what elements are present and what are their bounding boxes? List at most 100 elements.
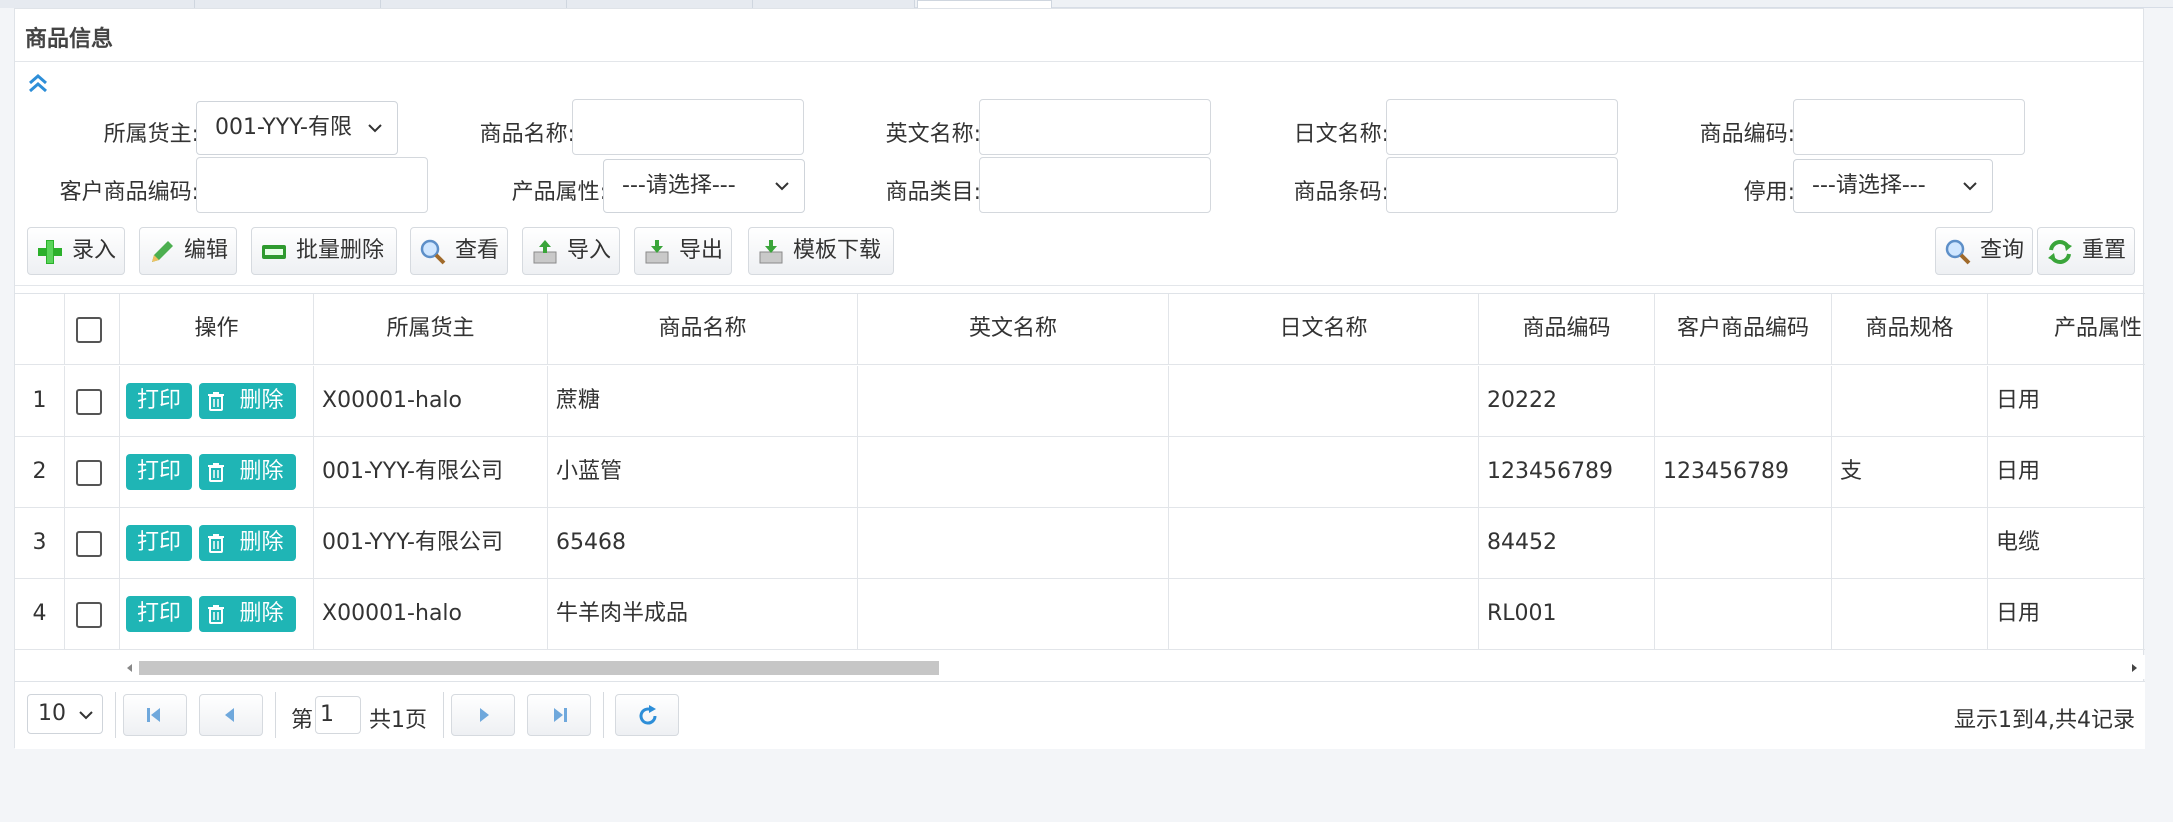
print-button[interactable]: 打印 [126, 383, 192, 419]
customer-code-input[interactable] [196, 157, 428, 213]
delete-button[interactable]: 删除 [199, 525, 296, 561]
trash-icon [208, 463, 224, 482]
delete-button[interactable]: 删除 [199, 454, 296, 490]
cell-customer-code [1655, 579, 1832, 650]
disabled-select[interactable]: ---请选择--- [1793, 159, 1993, 213]
category-label: 商品类目: [885, 180, 981, 205]
tab-2[interactable] [195, 0, 381, 8]
delete-button[interactable]: 删除 [199, 383, 296, 419]
print-button[interactable]: 打印 [126, 525, 192, 561]
pagination-bar: 10 第 1 共1页 显示1到4,共4记录 [15, 681, 2145, 749]
prev-page-icon [225, 708, 234, 722]
english-name-input[interactable] [979, 99, 1211, 155]
refresh-page-button[interactable] [615, 694, 679, 736]
cell-english-name [858, 579, 1169, 650]
scroll-left-arrow-icon[interactable] [125, 663, 135, 673]
disabled-select-value: ---请选择--- [1812, 173, 1926, 198]
category-input[interactable] [979, 157, 1211, 213]
header-owner[interactable]: 所属货主 [314, 294, 548, 365]
attribute-label: 产品属性: [511, 180, 607, 205]
tab-active[interactable] [917, 0, 1052, 8]
header-product-code[interactable]: 商品编码 [1479, 294, 1655, 365]
header-product-name[interactable]: 商品名称 [548, 294, 858, 365]
row-actions: 打印 删除 [120, 437, 314, 508]
template-download-button[interactable]: 模板下载 [748, 227, 894, 275]
search-button[interactable]: 查询 [1935, 227, 2033, 275]
row-number: 3 [15, 508, 65, 579]
next-page-button[interactable] [451, 694, 515, 736]
cell-english-name [858, 508, 1169, 579]
import-button[interactable]: 导入 [522, 227, 620, 275]
tab-5[interactable] [753, 0, 915, 8]
row-checkbox-cell [65, 508, 120, 579]
tab-4[interactable] [567, 0, 753, 8]
table-row[interactable]: 4 打印 删除 X00001-halo 牛羊肉半成品 RL001 日用 [15, 579, 2145, 650]
print-button[interactable]: 打印 [126, 596, 192, 632]
row-checkbox[interactable] [76, 602, 102, 628]
page-size-select[interactable]: 10 [27, 694, 103, 734]
delete-button-label: 删除 [239, 459, 284, 484]
add-button[interactable]: 录入 [27, 227, 125, 275]
header-japanese-name[interactable]: 日文名称 [1169, 294, 1479, 365]
first-page-button[interactable] [123, 694, 187, 736]
row-checkbox[interactable] [76, 460, 102, 486]
cell-spec [1832, 579, 1988, 650]
minus-icon [262, 245, 286, 259]
divider [443, 692, 444, 738]
disabled-label: 停用: [1743, 180, 1795, 205]
prev-page-button[interactable] [199, 694, 263, 736]
template-download-label: 模板下载 [793, 238, 882, 263]
export-button[interactable]: 导出 [634, 227, 732, 275]
cell-product-code: 20222 [1479, 366, 1655, 437]
delete-button-label: 删除 [239, 601, 284, 626]
table-row[interactable]: 2 打印 删除 001-YYY-有限公司 小蓝管 123456789 12345… [15, 437, 2145, 508]
select-all-checkbox[interactable] [76, 317, 102, 343]
cell-japanese-name [1169, 366, 1479, 437]
table-row[interactable]: 3 打印 删除 001-YYY-有限公司 65468 84452 电缆 [15, 508, 2145, 579]
barcode-input[interactable] [1386, 157, 1618, 213]
edit-button[interactable]: 编辑 [139, 227, 237, 275]
japanese-name-input[interactable] [1386, 99, 1618, 155]
row-number: 4 [15, 579, 65, 650]
attribute-select[interactable]: ---请选择--- [603, 159, 805, 213]
header-customer-code[interactable]: 客户商品编码 [1655, 294, 1832, 365]
cell-product-name: 小蓝管 [548, 437, 858, 508]
cell-customer-code [1655, 508, 1832, 579]
header-attribute[interactable]: 产品属性 [1988, 294, 2145, 365]
scroll-right-arrow-icon[interactable] [2129, 663, 2139, 673]
reset-button[interactable]: 重置 [2037, 227, 2135, 275]
table-row[interactable]: 1 打印 删除 X00001-halo 蔗糖 20222 日用 [15, 366, 2145, 437]
export-basket-icon [645, 240, 669, 264]
view-button-label: 查看 [455, 238, 500, 263]
row-checkbox[interactable] [76, 389, 102, 415]
header-rownum [15, 294, 65, 365]
cell-owner: X00001-halo [314, 366, 548, 437]
print-button[interactable]: 打印 [126, 454, 192, 490]
page-number-input[interactable]: 1 [315, 696, 361, 734]
product-name-input[interactable] [572, 99, 804, 155]
view-button[interactable]: 查看 [410, 227, 508, 275]
row-checkbox-cell [65, 579, 120, 650]
owner-select[interactable]: 001-YYY-有限 [196, 101, 398, 155]
tab-3[interactable] [381, 0, 567, 8]
tab-1[interactable] [0, 0, 195, 8]
horizontal-scrollbar[interactable] [15, 655, 2145, 679]
divider [115, 692, 116, 738]
last-page-button[interactable] [527, 694, 591, 736]
collapse-up-icon[interactable] [25, 71, 51, 97]
table-header: 操作 所属货主 商品名称 英文名称 日文名称 商品编码 客户商品编码 商品规格 … [15, 294, 2145, 365]
cell-japanese-name [1169, 437, 1479, 508]
batch-delete-button[interactable]: 批量删除 [251, 227, 397, 275]
header-english-name[interactable]: 英文名称 [858, 294, 1169, 365]
barcode-label: 商品条码: [1293, 180, 1389, 205]
divider [603, 692, 604, 738]
product-code-input[interactable] [1793, 99, 2025, 155]
header-spec[interactable]: 商品规格 [1832, 294, 1988, 365]
row-checkbox[interactable] [76, 531, 102, 557]
cell-spec: 支 [1832, 437, 1988, 508]
cell-spec [1832, 508, 1988, 579]
import-basket-icon [533, 240, 557, 264]
cell-product-code: RL001 [1479, 579, 1655, 650]
scrollbar-thumb[interactable] [139, 661, 939, 675]
delete-button[interactable]: 删除 [199, 596, 296, 632]
